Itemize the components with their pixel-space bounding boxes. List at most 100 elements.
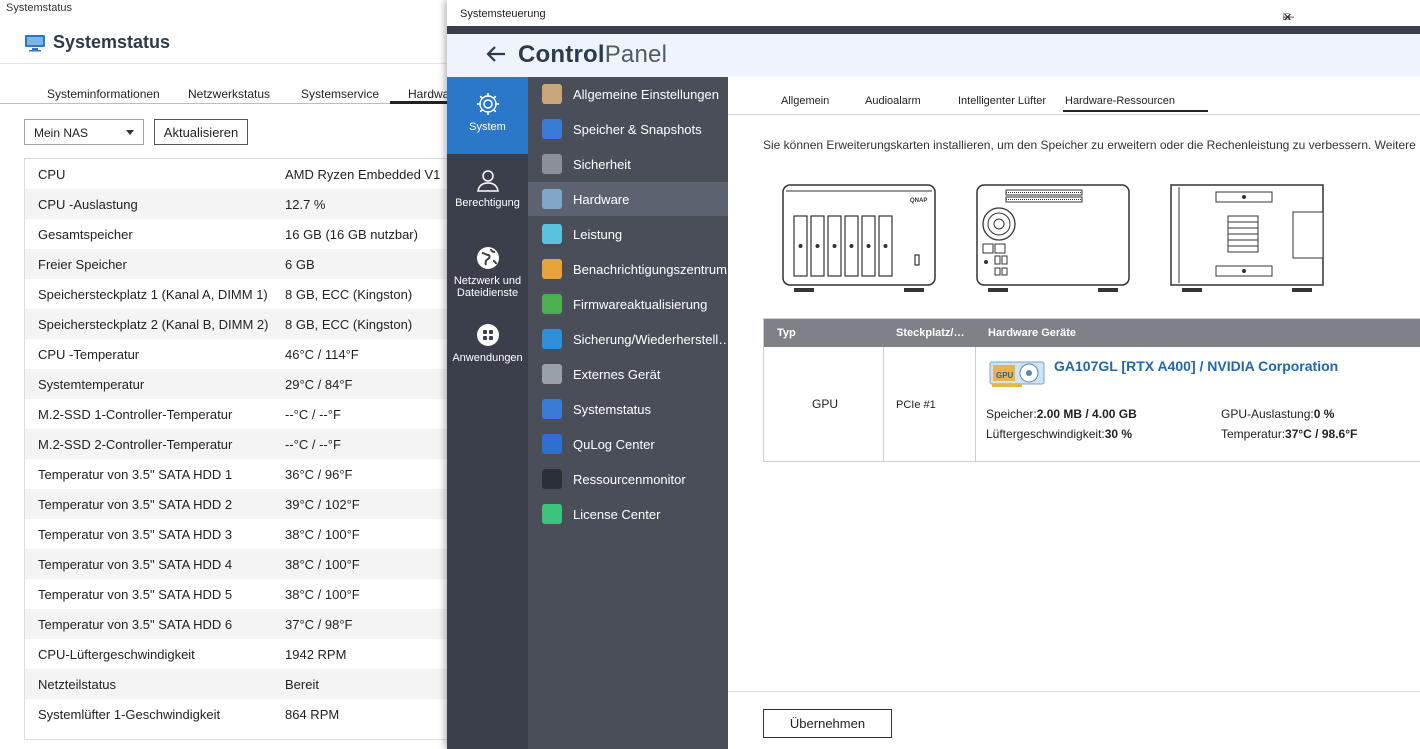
menu-item-sicherung[interactable]: Sicherung/Wiederherstell… xyxy=(528,322,728,356)
row-value: 8 GB, ECC (Kingston) xyxy=(285,316,413,332)
menu-item-license-center[interactable]: License Center xyxy=(528,497,728,531)
refresh-button[interactable]: Aktualisieren xyxy=(154,119,248,145)
row-label: Temperatur von 3.5" SATA HDD 1 xyxy=(38,466,233,482)
spec-speicher: Speicher:2.00 MB / 4.00 GB xyxy=(986,407,1137,421)
spec-value: 0 % xyxy=(1313,407,1335,421)
nas-front-illustration: QNAP xyxy=(782,184,936,292)
row-label: Netzteilstatus xyxy=(38,676,117,692)
tab-audioalarm[interactable]: Audioalarm xyxy=(865,95,921,107)
menu-item-label: Sicherung/Wiederherstell… xyxy=(573,331,728,347)
chevron-down-icon xyxy=(126,130,134,135)
systemstatus-icon xyxy=(542,399,562,419)
menu-item-sicherheit[interactable]: Sicherheit xyxy=(528,147,728,181)
tab-allgemein[interactable]: Allgemein xyxy=(781,95,829,107)
controlpanel-window: Systemsteuerung — □ ✕ ControlPanel Syste… xyxy=(447,0,1420,749)
row-label: Temperatur von 3.5" SATA HDD 4 xyxy=(38,556,233,572)
table-row: Systemlüfter 1-Geschwindigkeit 864 RPM xyxy=(25,699,460,729)
table-row: Gesamtspeicher 16 GB (16 GB nutzbar) xyxy=(25,219,460,249)
table-row: Systemtemperatur 29°C / 84°F xyxy=(25,369,460,399)
row-label: Systemtemperatur xyxy=(38,376,145,392)
titlebar-accent xyxy=(447,26,1420,34)
spec-lueftergeschwindigkeit: Lüftergeschwindigkeit:30 % xyxy=(986,427,1132,441)
hardware-panel: Allgemein Audioalarm Intelligenter Lüfte… xyxy=(728,77,1420,749)
qnap-logo: QNAP xyxy=(910,198,927,204)
table-row: Temperatur von 3.5" SATA HDD 1 36°C / 96°… xyxy=(25,459,460,489)
hardware-icon xyxy=(542,189,562,209)
row-value: --°C / --°F xyxy=(285,406,341,422)
back-arrow-icon[interactable] xyxy=(485,44,507,64)
menu-item-qulog-center[interactable]: QuLog Center xyxy=(528,427,728,461)
category-netzwerk[interactable]: Netzwerk und Dateidienste xyxy=(447,245,528,299)
row-value: 36°C / 96°F xyxy=(285,466,353,482)
table-row: GPU PCIe #1 GPU GA107GL [RTX A400] / NVI… xyxy=(764,347,1420,462)
category-sidebar: System Berechtigung Netzwerk und Dateidi… xyxy=(447,77,528,749)
table-row: M.2-SSD 1-Controller-Temperatur --°C / --… xyxy=(25,399,460,429)
ressourcenmonitor-icon xyxy=(542,469,562,489)
row-value: Bereit xyxy=(285,676,319,692)
row-value: 38°C / 100°F xyxy=(285,586,360,602)
menu-item-label: Systemstatus xyxy=(573,401,652,417)
externes-geraet-icon xyxy=(542,364,562,384)
tab-hardware[interactable]: Hardwar xyxy=(390,87,454,104)
menu-item-allgemeine-einstellungen[interactable]: Allgemeine Einstellungen xyxy=(528,77,728,111)
table-row: Netzteilstatus Bereit xyxy=(25,669,460,699)
menu-item-label: Firmwareaktualisierung xyxy=(573,296,708,312)
table-row: Temperatur von 3.5" SATA HDD 6 37°C / 98°… xyxy=(25,609,460,639)
row-value: 864 RPM xyxy=(285,706,340,722)
tab-netzwerkstatus[interactable]: Netzwerkstatus xyxy=(188,87,270,101)
menu-item-label: Hardware xyxy=(573,191,630,207)
row-value: 38°C / 100°F xyxy=(285,556,360,572)
tab-intelligenter-luefter[interactable]: Intelligenter Lüfter xyxy=(958,95,1046,107)
menu-item-systemstatus[interactable]: Systemstatus xyxy=(528,392,728,426)
row-label: Temperatur von 3.5" SATA HDD 6 xyxy=(38,616,233,632)
tab-systemservice[interactable]: Systemservice xyxy=(301,87,379,101)
row-label: CPU xyxy=(38,166,66,182)
tab-systeminformationen[interactable]: Systeminformationen xyxy=(47,87,160,101)
row-label: Freier Speicher xyxy=(38,256,127,272)
leistung-icon xyxy=(542,224,562,244)
menu-item-leistung[interactable]: Leistung xyxy=(528,217,728,251)
device-slot: PCIe #1 xyxy=(896,399,936,411)
category-berechtigung[interactable]: Berechtigung xyxy=(447,167,528,209)
row-value: --°C / --°F xyxy=(285,436,341,452)
header-steckplatz: Steckplatz/… xyxy=(896,327,965,339)
gpu-device-name[interactable]: GA107GL [RTX A400] / NVIDIA Corporation xyxy=(1054,358,1338,374)
spec-value: 2.00 MB / 4.00 GB xyxy=(1036,407,1137,421)
systemstatus-window-title: Systemstatus xyxy=(6,2,73,14)
category-system[interactable]: System xyxy=(447,77,528,154)
menu-item-benachrichtigungszentrum[interactable]: Benachrichtigungszentrum xyxy=(528,252,728,286)
category-anwendungen[interactable]: Anwendungen xyxy=(447,322,528,364)
menu-item-firmwareaktualisierung[interactable]: Firmwareaktualisierung xyxy=(528,287,728,321)
menu-item-label: License Center xyxy=(573,506,661,522)
monitor-icon xyxy=(25,34,45,51)
table-row: Speichersteckplatz 2 (Kanal B, DIMM 2) 8 … xyxy=(25,309,460,339)
controlpanel-logo: ControlPanel xyxy=(518,41,667,69)
table-row: CPU-Lüftergeschwindigkeit 1942 RPM xyxy=(25,639,460,669)
brand-bold: Control xyxy=(518,41,605,68)
gpu-card-icon: GPU xyxy=(989,361,1045,387)
spec-label: GPU-Auslastung: xyxy=(1221,407,1314,421)
table-row: Temperatur von 3.5" SATA HDD 3 38°C / 100… xyxy=(25,519,460,549)
spec-label: Speicher: xyxy=(986,407,1037,421)
firmwareaktualisierung-icon xyxy=(542,294,562,314)
menu-item-label: Leistung xyxy=(573,226,623,242)
apply-button[interactable]: Übernehmen xyxy=(763,709,892,738)
nas-select[interactable]: Mein NAS xyxy=(24,119,144,145)
row-label: Systemlüfter 1-Geschwindigkeit xyxy=(38,706,221,722)
menu-item-externes-geraet[interactable]: Externes Gerät xyxy=(528,357,728,391)
controlpanel-titlebar: Systemsteuerung — □ ✕ xyxy=(447,0,1420,26)
nas-rear-illustration xyxy=(976,184,1130,292)
user-icon xyxy=(476,170,499,192)
spec-value: 37°C / 98.6°F xyxy=(1285,427,1358,441)
menu-item-label: Externes Gerät xyxy=(573,366,661,382)
close-icon[interactable]: ✕ xyxy=(1283,11,1292,24)
table-row: Speichersteckplatz 1 (Kanal A, DIMM 1) 8 … xyxy=(25,279,460,309)
menu-item-ressourcenmonitor[interactable]: Ressourcenmonitor xyxy=(528,462,728,496)
divider xyxy=(0,63,460,64)
menu-item-hardware[interactable]: Hardware xyxy=(528,182,728,216)
row-label: CPU-Lüftergeschwindigkeit xyxy=(38,646,195,662)
row-label: CPU -Temperatur xyxy=(38,346,140,362)
tab-hardware-ressourcen[interactable]: Hardware-Ressourcen xyxy=(1063,95,1208,112)
menu-item-speicher-snapshots[interactable]: Speicher & Snapshots xyxy=(528,112,728,146)
row-label: CPU -Auslastung xyxy=(38,196,138,212)
